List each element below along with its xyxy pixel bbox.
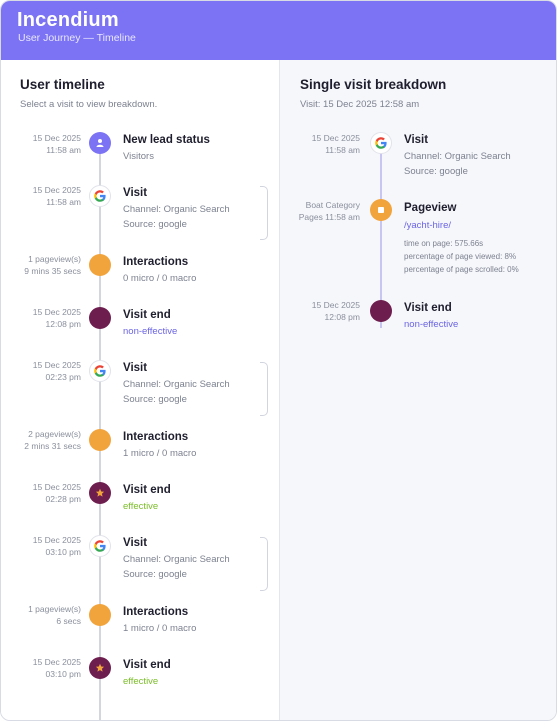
event-timestamp: 15 Dec 2025 02:23 pm	[32, 360, 81, 382]
event-title: Visit end	[404, 302, 452, 314]
google-icon[interactable]	[89, 535, 111, 557]
event-timestamp: 15 Dec 2025 12:08 pm	[311, 300, 360, 322]
event-title: New lead status	[123, 134, 210, 146]
app-subtitle: User Journey — Timeline	[18, 32, 136, 44]
single-visit-panel: Single visit breakdown Visit: 15 Dec 202…	[279, 60, 556, 720]
event-status: effective	[123, 501, 159, 512]
event-status: non-effective	[123, 326, 178, 337]
event-timestamp: 15 Dec 2025 03:10 pm	[32, 657, 81, 679]
event-detail: 0 micro / 0 macro	[123, 273, 197, 284]
visit-breakdown-title: Single visit breakdown	[300, 77, 447, 92]
square-icon	[370, 199, 392, 221]
event-detail: Visitors	[123, 151, 154, 162]
event-title: Visit end	[123, 309, 171, 321]
star-icon	[89, 482, 111, 504]
pageview-path-link[interactable]: /yacht-hire/	[404, 218, 451, 233]
event-detail: Channel: Organic Search Source: google	[123, 204, 230, 230]
user-icon	[89, 132, 111, 154]
event-title: Interactions	[123, 431, 189, 443]
event-title: Visit	[404, 134, 429, 146]
event-timestamp: 15 Dec 2025 02:28 pm	[32, 482, 81, 504]
pageview-category: Boat Category Pages 11:58 am	[298, 200, 360, 222]
user-timeline-title: User timeline	[20, 77, 105, 92]
event-title: Visit	[123, 187, 148, 199]
user-timeline-panel: User timeline Select a visit to view bre…	[1, 60, 279, 720]
event-title: Visit	[123, 537, 148, 549]
visit-breakdown-subtitle: Visit: 15 Dec 2025 12:58 am	[300, 99, 420, 110]
event-title: Pageview	[404, 202, 457, 214]
star-icon	[89, 657, 111, 679]
event-title: Interactions	[123, 256, 189, 268]
pageview-metrics: time on page: 575.66s percentage of page …	[404, 239, 519, 274]
app-header: Incendium User Journey — Timeline	[1, 1, 556, 60]
app-window: Incendium User Journey — Timeline User t…	[0, 0, 557, 721]
interactions-icon	[89, 604, 111, 626]
event-timestamp: 2 pageview(s) 2 mins 31 secs	[24, 429, 81, 451]
interactions-icon	[89, 429, 111, 451]
event-title: Visit	[123, 362, 148, 374]
event-timestamp: 15 Dec 2025 12:08 pm	[32, 307, 81, 329]
visit-end-icon	[370, 300, 392, 322]
event-title: Visit end	[123, 659, 171, 671]
event-detail: Channel: Organic Search Source: google	[123, 379, 230, 405]
google-icon	[370, 132, 392, 154]
visit-end-icon	[89, 307, 111, 329]
event-timestamp: 1 pageview(s) 9 mins 35 secs	[24, 254, 81, 276]
event-timestamp: 15 Dec 2025 11:58 am	[311, 133, 360, 155]
visit-group-bracket[interactable]	[260, 186, 268, 240]
event-detail: Channel: Organic Search Source: google	[123, 554, 230, 580]
user-timeline-subtitle: Select a visit to view breakdown.	[20, 99, 158, 110]
event-timestamp: 1 pageview(s) 6 secs	[28, 604, 81, 626]
event-timestamp: 15 Dec 2025 11:58 am	[32, 133, 81, 155]
google-icon[interactable]	[89, 360, 111, 382]
interactions-icon	[89, 254, 111, 276]
event-detail: Channel: Organic Search Source: google	[404, 151, 511, 177]
event-status: effective	[123, 676, 159, 687]
event-detail: 1 micro / 0 macro	[123, 448, 197, 459]
event-title: Visit end	[123, 484, 171, 496]
visit-group-bracket[interactable]	[260, 537, 268, 591]
google-icon[interactable]	[89, 185, 111, 207]
event-detail: 1 micro / 0 macro	[123, 623, 197, 634]
event-timestamp: 15 Dec 2025 11:58 am	[32, 185, 81, 207]
event-status: non-effective	[404, 319, 459, 330]
app-title: Incendium	[17, 9, 119, 31]
event-timestamp: 15 Dec 2025 03:10 pm	[32, 535, 81, 557]
event-title: Interactions	[123, 606, 189, 618]
visit-group-bracket[interactable]	[260, 362, 268, 416]
